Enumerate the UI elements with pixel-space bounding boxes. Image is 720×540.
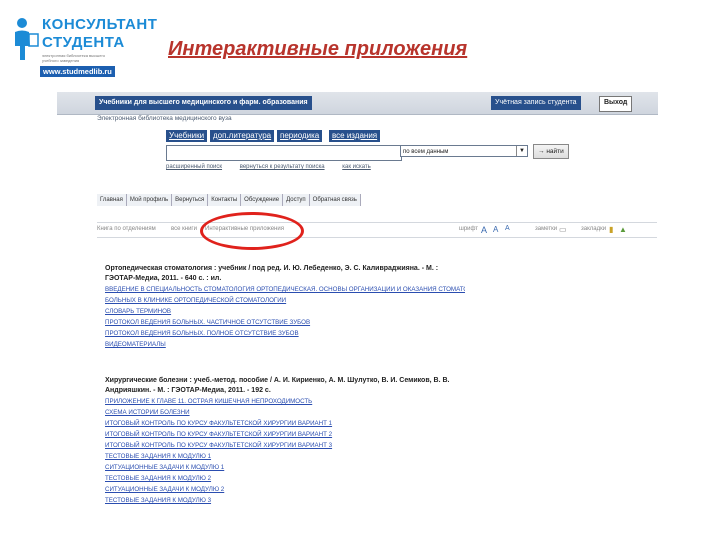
book-link[interactable]: ИТОГОВЫЙ КОНТРОЛЬ ПО КУРСУ ФАКУЛЬТЕТСКОЙ… — [105, 440, 465, 451]
chevron-down-icon: ▼ — [516, 146, 527, 156]
logo-line2: СТУДЕНТА — [42, 34, 125, 51]
search-links: расширенный поиск вернуться к результату… — [166, 164, 387, 170]
tab-periodicals[interactable]: периодика — [277, 130, 323, 142]
arrow-right-icon: → — [538, 148, 545, 155]
logo: КОНСУЛЬТАНТ СТУДЕНТА электронная библиот… — [10, 10, 157, 82]
tab-textbooks[interactable]: Учебники — [166, 130, 208, 142]
highlight-circle — [200, 212, 304, 250]
thumbs-up-icon[interactable]: ▲ — [619, 225, 627, 234]
notes-label[interactable]: заметки — [535, 226, 557, 232]
book-link[interactable]: СИТУАЦИОННЫЕ ЗАДАЧИ К МОДУЛЮ 2 — [105, 484, 465, 495]
font-small-button[interactable]: A — [505, 225, 510, 232]
nav-back[interactable]: Вернуться — [172, 194, 209, 206]
slide-title: Интерактивные приложения — [168, 38, 468, 60]
book-link[interactable]: ТЕСТОВЫЕ ЗАДАНИЯ К МОДУЛЮ 3 — [105, 495, 465, 506]
user-label: Учётная запись студента — [491, 96, 581, 110]
book-title: Хирургические болезни : учеб.-метод. пос… — [105, 377, 450, 394]
search-go-button[interactable]: → найти — [533, 144, 569, 159]
logo-url: www.studmedlib.ru — [40, 66, 115, 77]
top-bar: Учебники для высшего медицинского и фарм… — [57, 92, 658, 115]
book-link[interactable]: СИТУАЦИОННЫЕ ЗАДАЧИ К МОДУЛЮ 1 — [105, 462, 465, 473]
nav-contacts[interactable]: Контакты — [208, 194, 242, 206]
search-scope-select[interactable]: по всем данным ▼ — [400, 145, 528, 157]
tab-extra-literature[interactable]: доп.литература — [210, 130, 275, 142]
search-go-label: найти — [546, 148, 564, 155]
book-link[interactable]: ВИДЕОМАТЕРИАЛЫ — [105, 339, 465, 350]
font-large-button[interactable]: A — [481, 225, 487, 235]
search-input[interactable] — [166, 145, 402, 161]
advanced-search-link[interactable]: расширенный поиск — [166, 164, 222, 170]
logo-line1: КОНСУЛЬТАНТ — [42, 16, 158, 33]
book-item: Хирургические болезни : учеб.-метод. пос… — [105, 376, 465, 506]
book-link[interactable]: ИТОГОВЫЙ КОНТРОЛЬ ПО КУРСУ ФАКУЛЬТЕТСКОЙ… — [105, 429, 465, 440]
book-item: Ортопедическая стоматология : учебник / … — [105, 264, 465, 350]
book-link[interactable]: ПРОТОКОЛ ВЕДЕНИЯ БОЛЬНЫХ. ЧАСТИЧНОЕ ОТСУ… — [105, 317, 465, 328]
back-to-results-link[interactable]: вернуться к результату поиска — [240, 164, 325, 170]
bookmark-icon[interactable]: ▮ — [609, 225, 613, 234]
exit-button[interactable]: Выход — [599, 96, 633, 112]
book-link[interactable]: ПРОТОКОЛ ВЕДЕНИЯ БОЛЬНЫХ. ПОЛНОЕ ОТСУТСТ… — [105, 328, 465, 339]
logo-tagline: электронная библиотека высшего учебного … — [42, 53, 106, 63]
main-nav: Главная Мой профиль Вернуться Контакты О… — [97, 194, 361, 206]
book-title: Ортопедическая стоматология : учебник / … — [105, 265, 439, 282]
all-books-link[interactable]: все книги — [171, 226, 197, 232]
student-figure-icon — [15, 18, 39, 60]
book-link[interactable]: ИТОГОВЫЙ КОНТРОЛЬ ПО КУРСУ ФАКУЛЬТЕТСКОЙ… — [105, 418, 465, 429]
nav-home[interactable]: Главная — [97, 194, 127, 206]
book-link[interactable]: ВВЕДЕНИЕ В СПЕЦИАЛЬНОСТЬ СТОМАТОЛОГИЯ ОР… — [105, 284, 465, 295]
library-screenshot: Учебники для высшего медицинского и фарм… — [57, 92, 658, 532]
font-size-label: шрифт — [459, 226, 479, 232]
nav-feedback[interactable]: Обратная связь — [309, 194, 361, 206]
book-link[interactable]: ТЕСТОВЫЕ ЗАДАНИЯ К МОДУЛЮ 2 — [105, 473, 465, 484]
bookmarks-label[interactable]: закладки — [581, 226, 606, 232]
subtitle: Электронная библиотека медицинского вуза — [97, 115, 232, 122]
nav-discussion[interactable]: Обсуждение — [241, 194, 284, 206]
tab-all-editions[interactable]: все издания — [329, 130, 381, 142]
font-medium-button[interactable]: A — [493, 225, 498, 234]
toc-link[interactable]: Книга по отделениям — [97, 226, 156, 232]
book-link[interactable]: СХЕМА ИСТОРИИ БОЛЕЗНИ — [105, 407, 465, 418]
book-link[interactable]: БОЛЬНЫХ В КЛИНИКЕ ОРТОПЕДИЧЕСКОЙ СТОМАТО… — [105, 295, 465, 306]
search-scope-value: по всем данным — [403, 149, 449, 155]
book-link[interactable]: ПРИЛОЖЕНИЕ К ГЛАВЕ 11. ОСТРАЯ КИШЕЧНАЯ Н… — [105, 396, 465, 407]
nav-profile[interactable]: Мой профиль — [126, 194, 173, 206]
book-link[interactable]: СЛОВАРЬ ТЕРМИНОВ — [105, 306, 465, 317]
header-title: Учебники для высшего медицинского и фарм… — [95, 96, 312, 110]
tool-row: Книга по отделениям все книги Интерактив… — [97, 222, 657, 238]
nav-access[interactable]: Доступ — [283, 194, 310, 206]
how-to-search-link[interactable]: как искать — [342, 164, 371, 170]
book-link[interactable]: ТЕСТОВЫЕ ЗАДАНИЯ К МОДУЛЮ 1 — [105, 451, 465, 462]
notes-icon[interactable]: ▭ — [559, 225, 567, 234]
